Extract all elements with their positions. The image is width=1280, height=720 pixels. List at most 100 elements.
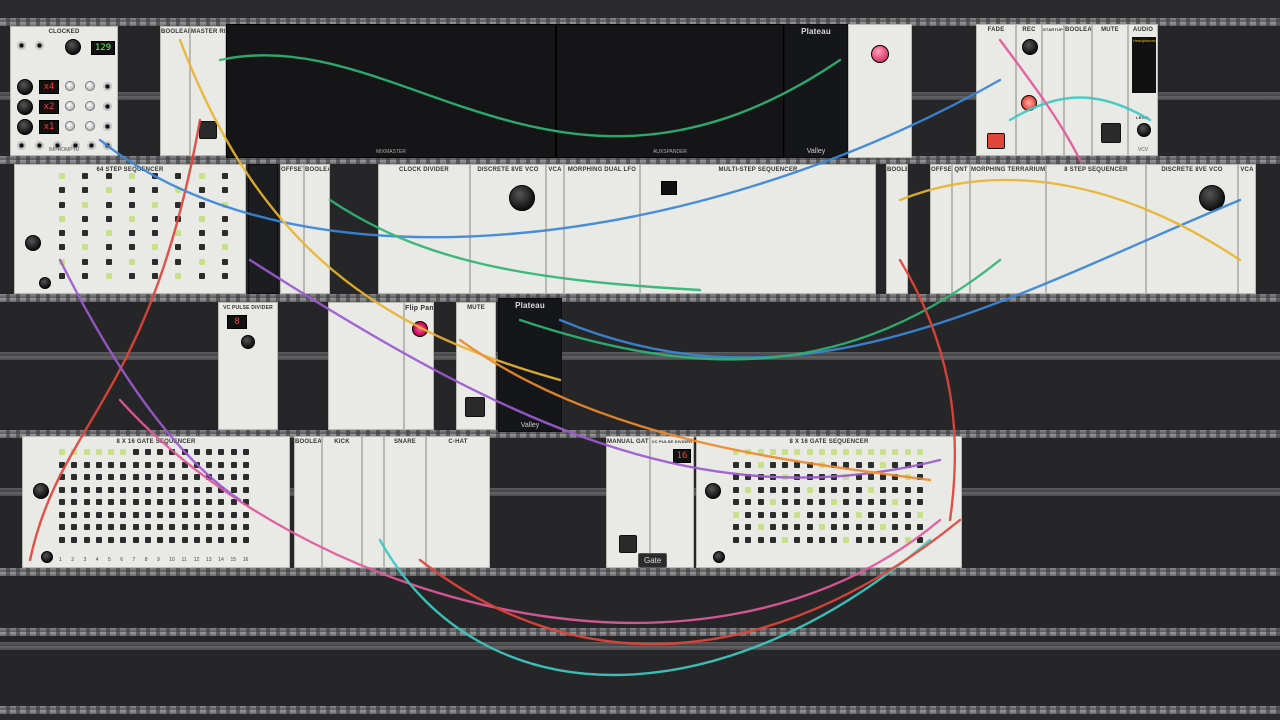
step-cell[interactable] [157,474,163,480]
step-cell[interactable] [152,187,158,194]
step-cell[interactable] [83,486,90,493]
step-cell[interactable] [120,511,127,518]
step-cell[interactable] [152,173,158,179]
step-cell[interactable] [218,536,225,543]
step-cell[interactable] [745,524,752,530]
step-cell[interactable] [782,486,788,493]
step-cell[interactable] [59,215,65,222]
gate-sequencer-left[interactable]: 8 X 16 GATE SEQUENCER 1 2 3 4 5 6 7 8 9 10 11 12 13 1… [22,436,290,568]
addr-knob[interactable] [39,277,51,289]
step-cell[interactable] [59,499,65,505]
qnt-module[interactable]: QNT [952,164,970,294]
step-cell[interactable] [794,511,801,518]
step-cell[interactable] [230,524,237,530]
step-cell[interactable] [83,499,90,505]
start-stop-button[interactable] [987,133,1005,149]
mixmaster-module[interactable]: MIXMASTER [226,24,556,158]
startup-delay-module[interactable]: STARTUP DELAY [1042,24,1064,156]
step-cell[interactable] [230,536,237,543]
step-cell[interactable] [95,536,102,543]
step-cell[interactable] [206,524,212,530]
step-cell[interactable] [169,486,176,493]
step-cell[interactable] [120,536,127,543]
step-cell[interactable] [769,449,776,455]
step-cell[interactable] [916,449,923,455]
step-cell[interactable] [95,486,102,493]
step-cell[interactable] [867,511,874,518]
step-cell[interactable] [831,499,837,505]
step-cell[interactable] [831,449,837,455]
step-cell[interactable] [132,461,139,468]
step-cell[interactable] [95,461,102,468]
addr-knob[interactable] [713,551,725,563]
step-cell[interactable] [904,474,911,480]
audio-module[interactable]: AUDIO Headphones LEVEL VCV [1128,24,1158,156]
step-cell[interactable] [806,536,813,543]
step-cell[interactable] [198,244,205,251]
step-cell[interactable] [59,173,65,179]
step-cell[interactable] [193,449,200,455]
step-cell[interactable] [128,272,135,279]
gate-grid[interactable] [59,449,255,549]
step-cell[interactable] [128,258,135,265]
step-cell[interactable] [157,524,163,530]
step-cell[interactable] [916,486,923,493]
step-cell[interactable] [221,258,228,265]
step-cell[interactable] [206,511,212,518]
step-cell[interactable] [242,536,249,543]
gate-sequencer-right[interactable]: 8 X 16 GATE SEQUENCER [696,436,962,568]
step-cell[interactable] [218,511,225,518]
step-cell[interactable] [198,173,205,179]
step-cell[interactable] [242,449,249,455]
step-cell[interactable] [144,486,151,493]
step-cell[interactable] [132,511,139,518]
step-cell[interactable] [242,486,249,493]
step-cell[interactable] [221,215,228,222]
step-cell[interactable] [818,449,825,455]
step-cell[interactable] [206,461,212,468]
step-cell[interactable] [198,201,205,208]
step-cell[interactable] [745,536,752,543]
reset-jack[interactable] [17,41,26,50]
step-cell[interactable] [733,524,739,530]
step-cell[interactable] [855,511,862,518]
step-cell[interactable] [193,486,200,493]
step-cell[interactable] [169,461,176,468]
step-cell[interactable] [198,230,205,236]
step-cell[interactable] [128,187,135,194]
step-cell[interactable] [916,536,923,543]
step-cell[interactable] [132,474,139,480]
step-cell[interactable] [71,449,78,455]
direction-knob[interactable] [25,235,41,251]
step-cell[interactable] [181,499,188,505]
step-cell[interactable] [181,474,188,480]
multistep-module[interactable]: MULTI-STEP SEQUENCER [640,164,876,294]
gate-module[interactable] [248,164,278,294]
step-cell[interactable] [128,230,135,236]
step-cell[interactable] [769,474,776,480]
step64-module[interactable]: 64 STEP SEQUENCER [14,164,246,294]
step-cell[interactable] [59,511,65,518]
step-cell[interactable] [867,499,874,505]
mute-module[interactable]: MUTE [456,302,496,430]
step-cell[interactable] [831,524,837,530]
step-cell[interactable] [193,461,200,468]
step-cell[interactable] [733,486,739,493]
step-cell[interactable] [193,511,200,518]
step8-module[interactable]: 8 STEP SEQUENCER [1046,164,1146,294]
step-cell[interactable] [132,524,139,530]
step-cell[interactable] [757,536,764,543]
step-cell[interactable] [230,461,237,468]
step-cell[interactable] [831,474,837,480]
pw-knob[interactable] [85,121,95,131]
step-cell[interactable] [181,461,188,468]
step-cell[interactable] [794,449,801,455]
step-cell[interactable] [806,486,813,493]
mute-button[interactable] [465,397,485,417]
step-cell[interactable] [843,486,850,493]
step-cell[interactable] [132,499,139,505]
step-cell[interactable] [105,244,112,251]
step-cell[interactable] [59,486,65,493]
step-cell[interactable] [82,173,89,179]
step-cell[interactable] [867,461,874,468]
